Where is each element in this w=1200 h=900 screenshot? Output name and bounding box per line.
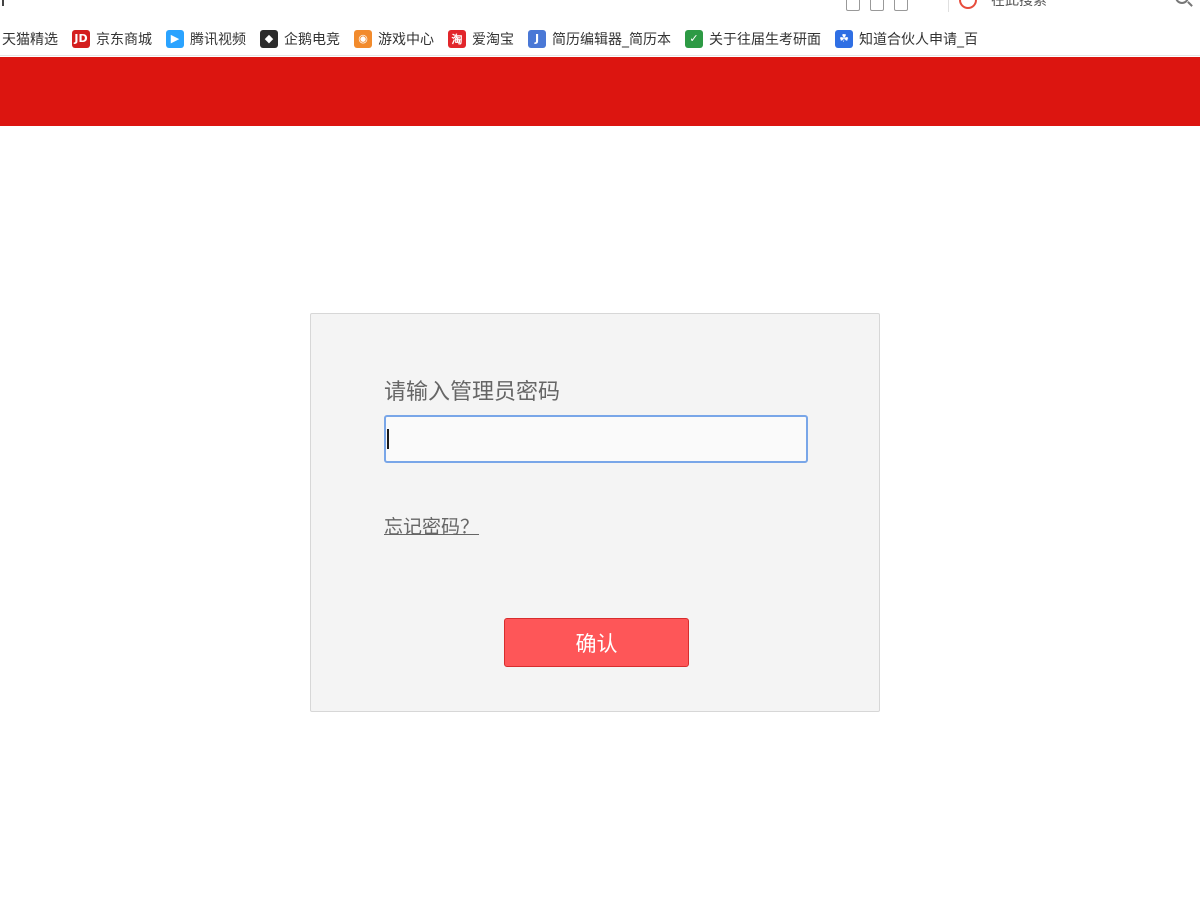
bookmark-label: 简历编辑器_简历本 xyxy=(552,31,671,48)
admin-login-panel: 请输入管理员密码 忘记密码？ 确认 xyxy=(310,313,880,712)
game-center-icon: ◉ xyxy=(354,29,372,48)
browser-toolbar: 在此搜索 xyxy=(0,0,1200,23)
bookmark-item[interactable]: ✓ 关于往届生考研面 xyxy=(685,29,821,49)
bookmark-item[interactable]: ☘ 知道合伙人申请_百 xyxy=(835,29,978,49)
bookmark-label: 京东商城 xyxy=(96,31,152,48)
bookmarks-bar: 天猫精选 JD 京东商城 ▶ 腾讯视频 ◆ 企鹅电竞 ◉ 游戏中心淘爱淘宝 J 简历编辑器_简历本 ✓… xyxy=(0,22,1200,56)
bookmark-label: 腾讯视频 xyxy=(190,31,246,48)
bookmark-label: 天猫精选 xyxy=(2,31,58,48)
bookmark-label: 企鹅电竞 xyxy=(284,31,340,48)
search-icon[interactable] xyxy=(1175,0,1189,4)
aitaobao-icon: 淘 xyxy=(448,29,466,48)
bookmark-item[interactable]: ▶ 腾讯视频 xyxy=(166,29,246,49)
bookmark-item[interactable]: 天猫精选 xyxy=(2,29,58,49)
jd-icon: JD xyxy=(72,29,90,48)
confirm-button[interactable]: 确认 xyxy=(504,618,689,667)
bookmark-item[interactable]: J 简历编辑器_简历本 xyxy=(528,29,671,49)
text-caret xyxy=(387,429,389,449)
baidu-paw-icon: ☘ xyxy=(835,29,853,48)
toolbar-icons xyxy=(846,0,908,12)
bookmark-item[interactable]: ◆ 企鹅电竞 xyxy=(260,29,340,49)
toolbar-icon-1[interactable] xyxy=(846,0,860,11)
bookmark-label: 知道合伙人申请_百 xyxy=(859,31,978,48)
bookmark-label: 游戏中心 xyxy=(378,31,434,48)
bookmark-item[interactable]: ◉ 游戏中心 xyxy=(354,29,434,49)
bookmark-label: 关于往届生考研面 xyxy=(709,31,821,48)
admin-password-input[interactable] xyxy=(384,415,808,463)
search-engine-logo-icon xyxy=(959,0,977,9)
browser-search-box[interactable]: 在此搜索 xyxy=(948,0,1200,12)
resume-editor-icon: J xyxy=(528,29,546,48)
password-prompt: 请输入管理员密码 xyxy=(384,380,561,405)
site-header-bar xyxy=(0,57,1200,126)
tencent-video-icon: ▶ xyxy=(166,29,184,48)
leaf-icon: ✓ xyxy=(685,29,703,48)
toolbar-edge xyxy=(2,0,4,6)
search-placeholder: 在此搜索 xyxy=(991,0,1047,9)
bookmark-item[interactable]: 淘爱淘宝 xyxy=(448,29,514,49)
forgot-password-link[interactable]: 忘记密码？ xyxy=(384,512,479,539)
bookmark-label: 爱淘宝 xyxy=(472,31,514,48)
toolbar-icon-2[interactable] xyxy=(870,0,884,11)
toolbar-icon-3[interactable] xyxy=(894,0,908,11)
bookmark-item[interactable]: JD 京东商城 xyxy=(72,29,152,49)
penguin-esports-icon: ◆ xyxy=(260,29,278,48)
